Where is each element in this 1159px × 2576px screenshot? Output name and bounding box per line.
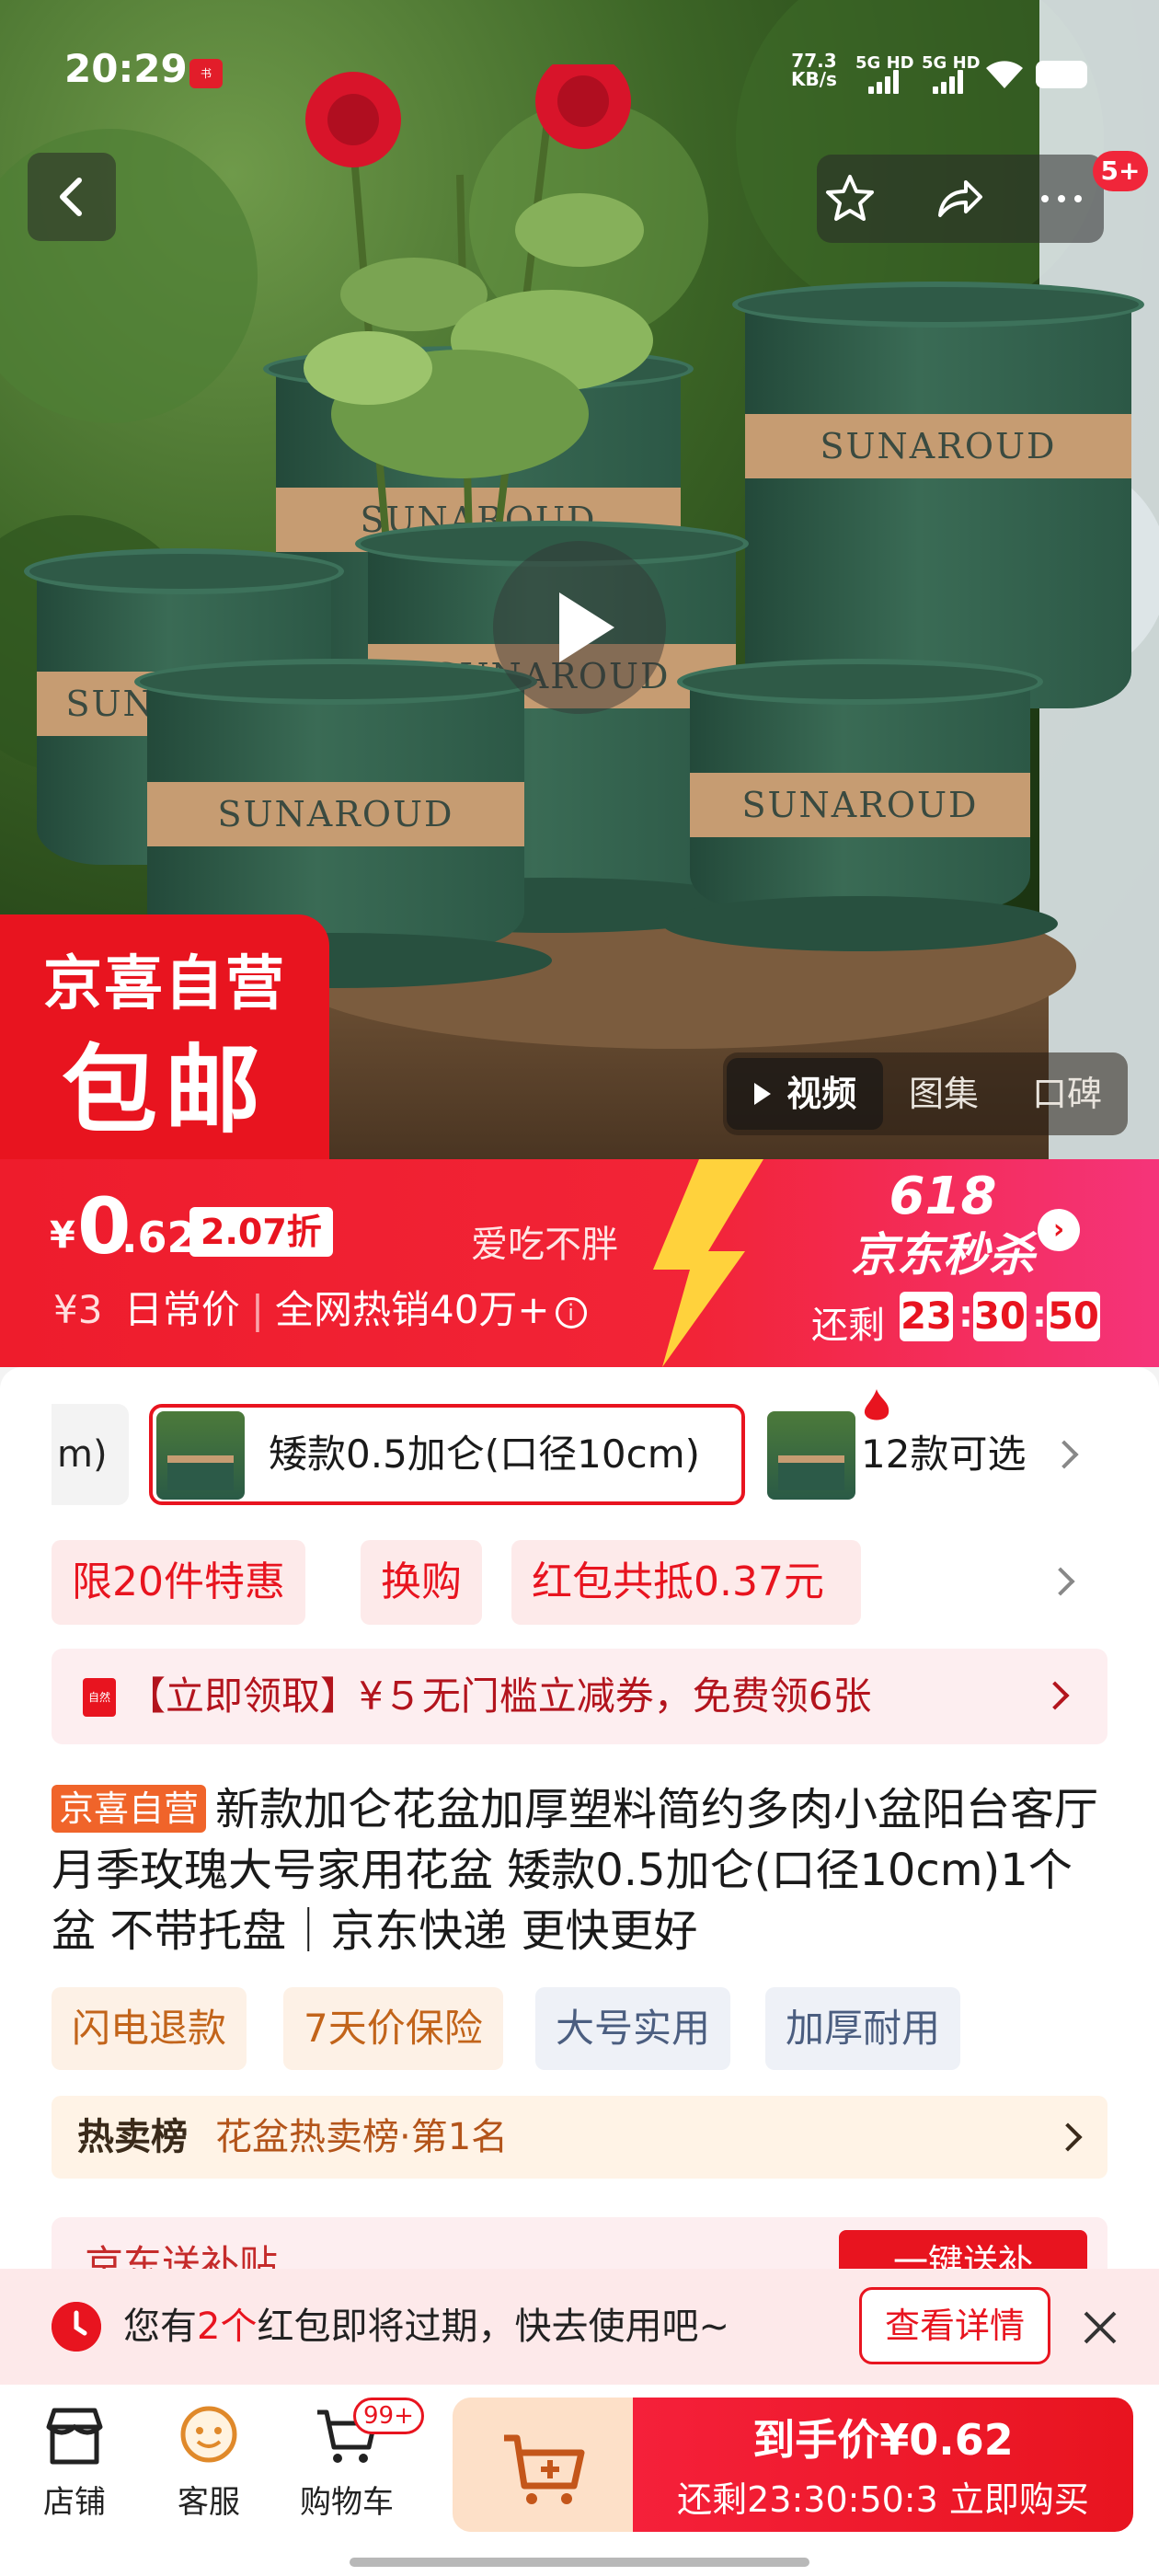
customer-service-button[interactable]: 客服 bbox=[149, 2401, 269, 2539]
promo-tag[interactable]: 限20件特惠 bbox=[52, 1540, 305, 1625]
pot-large-right: SUNAROUD bbox=[732, 282, 1144, 708]
store-icon bbox=[46, 2408, 103, 2465]
cart-button[interactable]: 购物车 99+ bbox=[287, 2398, 424, 2539]
countdown-minutes: 30 bbox=[973, 1292, 1027, 1341]
countdown-seconds: 50 bbox=[1047, 1292, 1100, 1341]
subsidy-banner-partial: 京东送补贴 一键送补 bbox=[52, 2217, 1107, 2272]
play-small-icon bbox=[754, 1083, 771, 1105]
chevron-right-icon bbox=[1050, 1440, 1079, 1469]
feature-tag: 加厚耐用 bbox=[765, 1987, 961, 2070]
chevron-left-icon bbox=[60, 178, 82, 216]
pot-front-right: SUNAROUD bbox=[662, 659, 1058, 951]
play-icon bbox=[559, 592, 614, 662]
promo-tag[interactable]: 红包共抵0.37元 bbox=[511, 1540, 861, 1625]
signal-bars-2 bbox=[933, 70, 966, 94]
product-title: 京喜自营 新款加仑花盆加厚塑料简约多肉小盆阳台客厅月季玫瑰大号家用花盆 矮款0.5… bbox=[52, 1784, 1099, 1957]
chevron-right-icon bbox=[1040, 1681, 1070, 1710]
info-icon[interactable]: i bbox=[555, 1296, 587, 1328]
variant-selector: m) 矮款0.5加仑(口径10cm) 12款可选 bbox=[0, 1389, 1159, 1514]
add-to-cart-icon bbox=[504, 2434, 585, 2504]
share-icon[interactable] bbox=[931, 171, 986, 226]
price-banner: ¥ 0 .62 2.07折 爱吃不胖 ¥3 日常价 | 全网热销40万+ i 618 … bbox=[0, 1159, 1159, 1367]
pot-front-left: SUNAROUD bbox=[120, 659, 552, 988]
variant-thumbnail-next[interactable] bbox=[767, 1411, 855, 1500]
variant-thumbnail bbox=[156, 1411, 245, 1500]
buy-now-button[interactable]: 到手价¥0.62 还剩23:30:50:3 立即购买 bbox=[633, 2398, 1133, 2532]
countdown-hours: 23 bbox=[900, 1292, 953, 1341]
shop-button[interactable]: 店铺 bbox=[15, 2401, 134, 2539]
more-icon[interactable] bbox=[1034, 171, 1089, 226]
subsidy-button[interactable]: 一键送补 bbox=[839, 2230, 1087, 2272]
view-details-button[interactable]: 查看详情 bbox=[859, 2287, 1050, 2364]
feature-tag: 大号实用 bbox=[535, 1987, 731, 2070]
rose-plant bbox=[304, 64, 653, 544]
tab-video[interactable]: 视频 bbox=[751, 1052, 856, 1135]
free-shipping-badge: 京喜自营 包邮 bbox=[0, 914, 329, 1159]
daily-price-line: ¥3 日常价 | 全网热销40万+ i bbox=[53, 1279, 587, 1335]
feature-tag: 7天价保险 bbox=[283, 1987, 503, 2070]
tab-reviews[interactable]: 口碑 bbox=[1032, 1052, 1102, 1135]
product-hero-image[interactable]: 20:29 书 77.3 KB/s 5G HD 5G HD 5+ SUNAROUD bbox=[0, 0, 1159, 1159]
discount-badge: 2.07折 bbox=[189, 1207, 333, 1257]
variant-option-prev[interactable]: m) bbox=[52, 1404, 129, 1505]
tab-gallery[interactable]: 图集 bbox=[909, 1052, 979, 1135]
currency-symbol: ¥ bbox=[50, 1214, 75, 1257]
coupon-text: 【立即领取】¥５无门槛立减券，免费领6张 bbox=[127, 1673, 872, 1719]
chevron-right-icon bbox=[1053, 2122, 1083, 2152]
top-action-group bbox=[817, 155, 1104, 243]
bottom-action-bar: 店铺 客服 购物车 99+ 到手价¥0.62 还剩23:30:50:3 立即购买 bbox=[0, 2385, 1159, 2576]
flash-sale-panel[interactable]: 618 京东秒杀 › 还剩 23 : 30 : 50 bbox=[791, 1159, 1159, 1367]
rank-label: 热卖榜 bbox=[77, 2116, 188, 2158]
clock-icon bbox=[52, 2302, 101, 2352]
customer-service-icon bbox=[180, 2406, 237, 2463]
chevron-right-icon: › bbox=[1038, 1209, 1080, 1251]
network-speed: 77.3 KB/s bbox=[791, 50, 837, 90]
signal-bars-1 bbox=[868, 70, 901, 94]
home-indicator bbox=[350, 2558, 809, 2567]
media-tab-bar: 视频 图集 口碑 bbox=[723, 1052, 1128, 1135]
app-notification-icon: 书 bbox=[189, 59, 223, 88]
message-count-badge: 5+ bbox=[1093, 151, 1148, 191]
feature-tag: 闪电退款 bbox=[52, 1987, 247, 2070]
lightning-icon bbox=[653, 1159, 763, 1367]
coupon-banner[interactable]: 自然 【立即领取】¥５无门槛立减券，免费领6张 bbox=[52, 1649, 1107, 1744]
variant-count[interactable]: 12款可选 bbox=[861, 1404, 1026, 1505]
variant-option-selected[interactable]: 矮款0.5加仑(口径10cm) bbox=[149, 1389, 889, 1505]
promo-tag[interactable]: 换购 bbox=[361, 1540, 482, 1625]
close-icon[interactable] bbox=[1080, 2307, 1120, 2348]
hot-rank-banner[interactable]: 热卖榜 花盆热卖榜·第1名 bbox=[52, 2096, 1107, 2179]
add-to-cart-button[interactable] bbox=[453, 2398, 633, 2532]
redpacket-notice: 您有2个红包即将过期，快去使用吧~ 查看详情 bbox=[0, 2269, 1159, 2385]
jingxi-tag: 京喜自营 bbox=[52, 1785, 207, 1833]
coupon-icon: 自然 bbox=[83, 1678, 116, 1717]
star-icon[interactable] bbox=[822, 171, 878, 226]
notice-text: 您有2个红包即将过期，快去使用吧~ bbox=[123, 2306, 729, 2348]
price-decimal: .62 bbox=[121, 1213, 197, 1262]
clock: 20:29 bbox=[64, 46, 188, 91]
user-nickname: 爱吃不胖 bbox=[471, 1224, 618, 1266]
play-video-button[interactable] bbox=[493, 541, 666, 714]
cart-count-badge: 99+ bbox=[353, 2398, 424, 2434]
battery-icon bbox=[1036, 61, 1087, 88]
wifi-icon bbox=[986, 61, 1023, 88]
back-button[interactable] bbox=[28, 153, 116, 241]
rank-value: 花盆热卖榜·第1名 bbox=[215, 2116, 509, 2158]
